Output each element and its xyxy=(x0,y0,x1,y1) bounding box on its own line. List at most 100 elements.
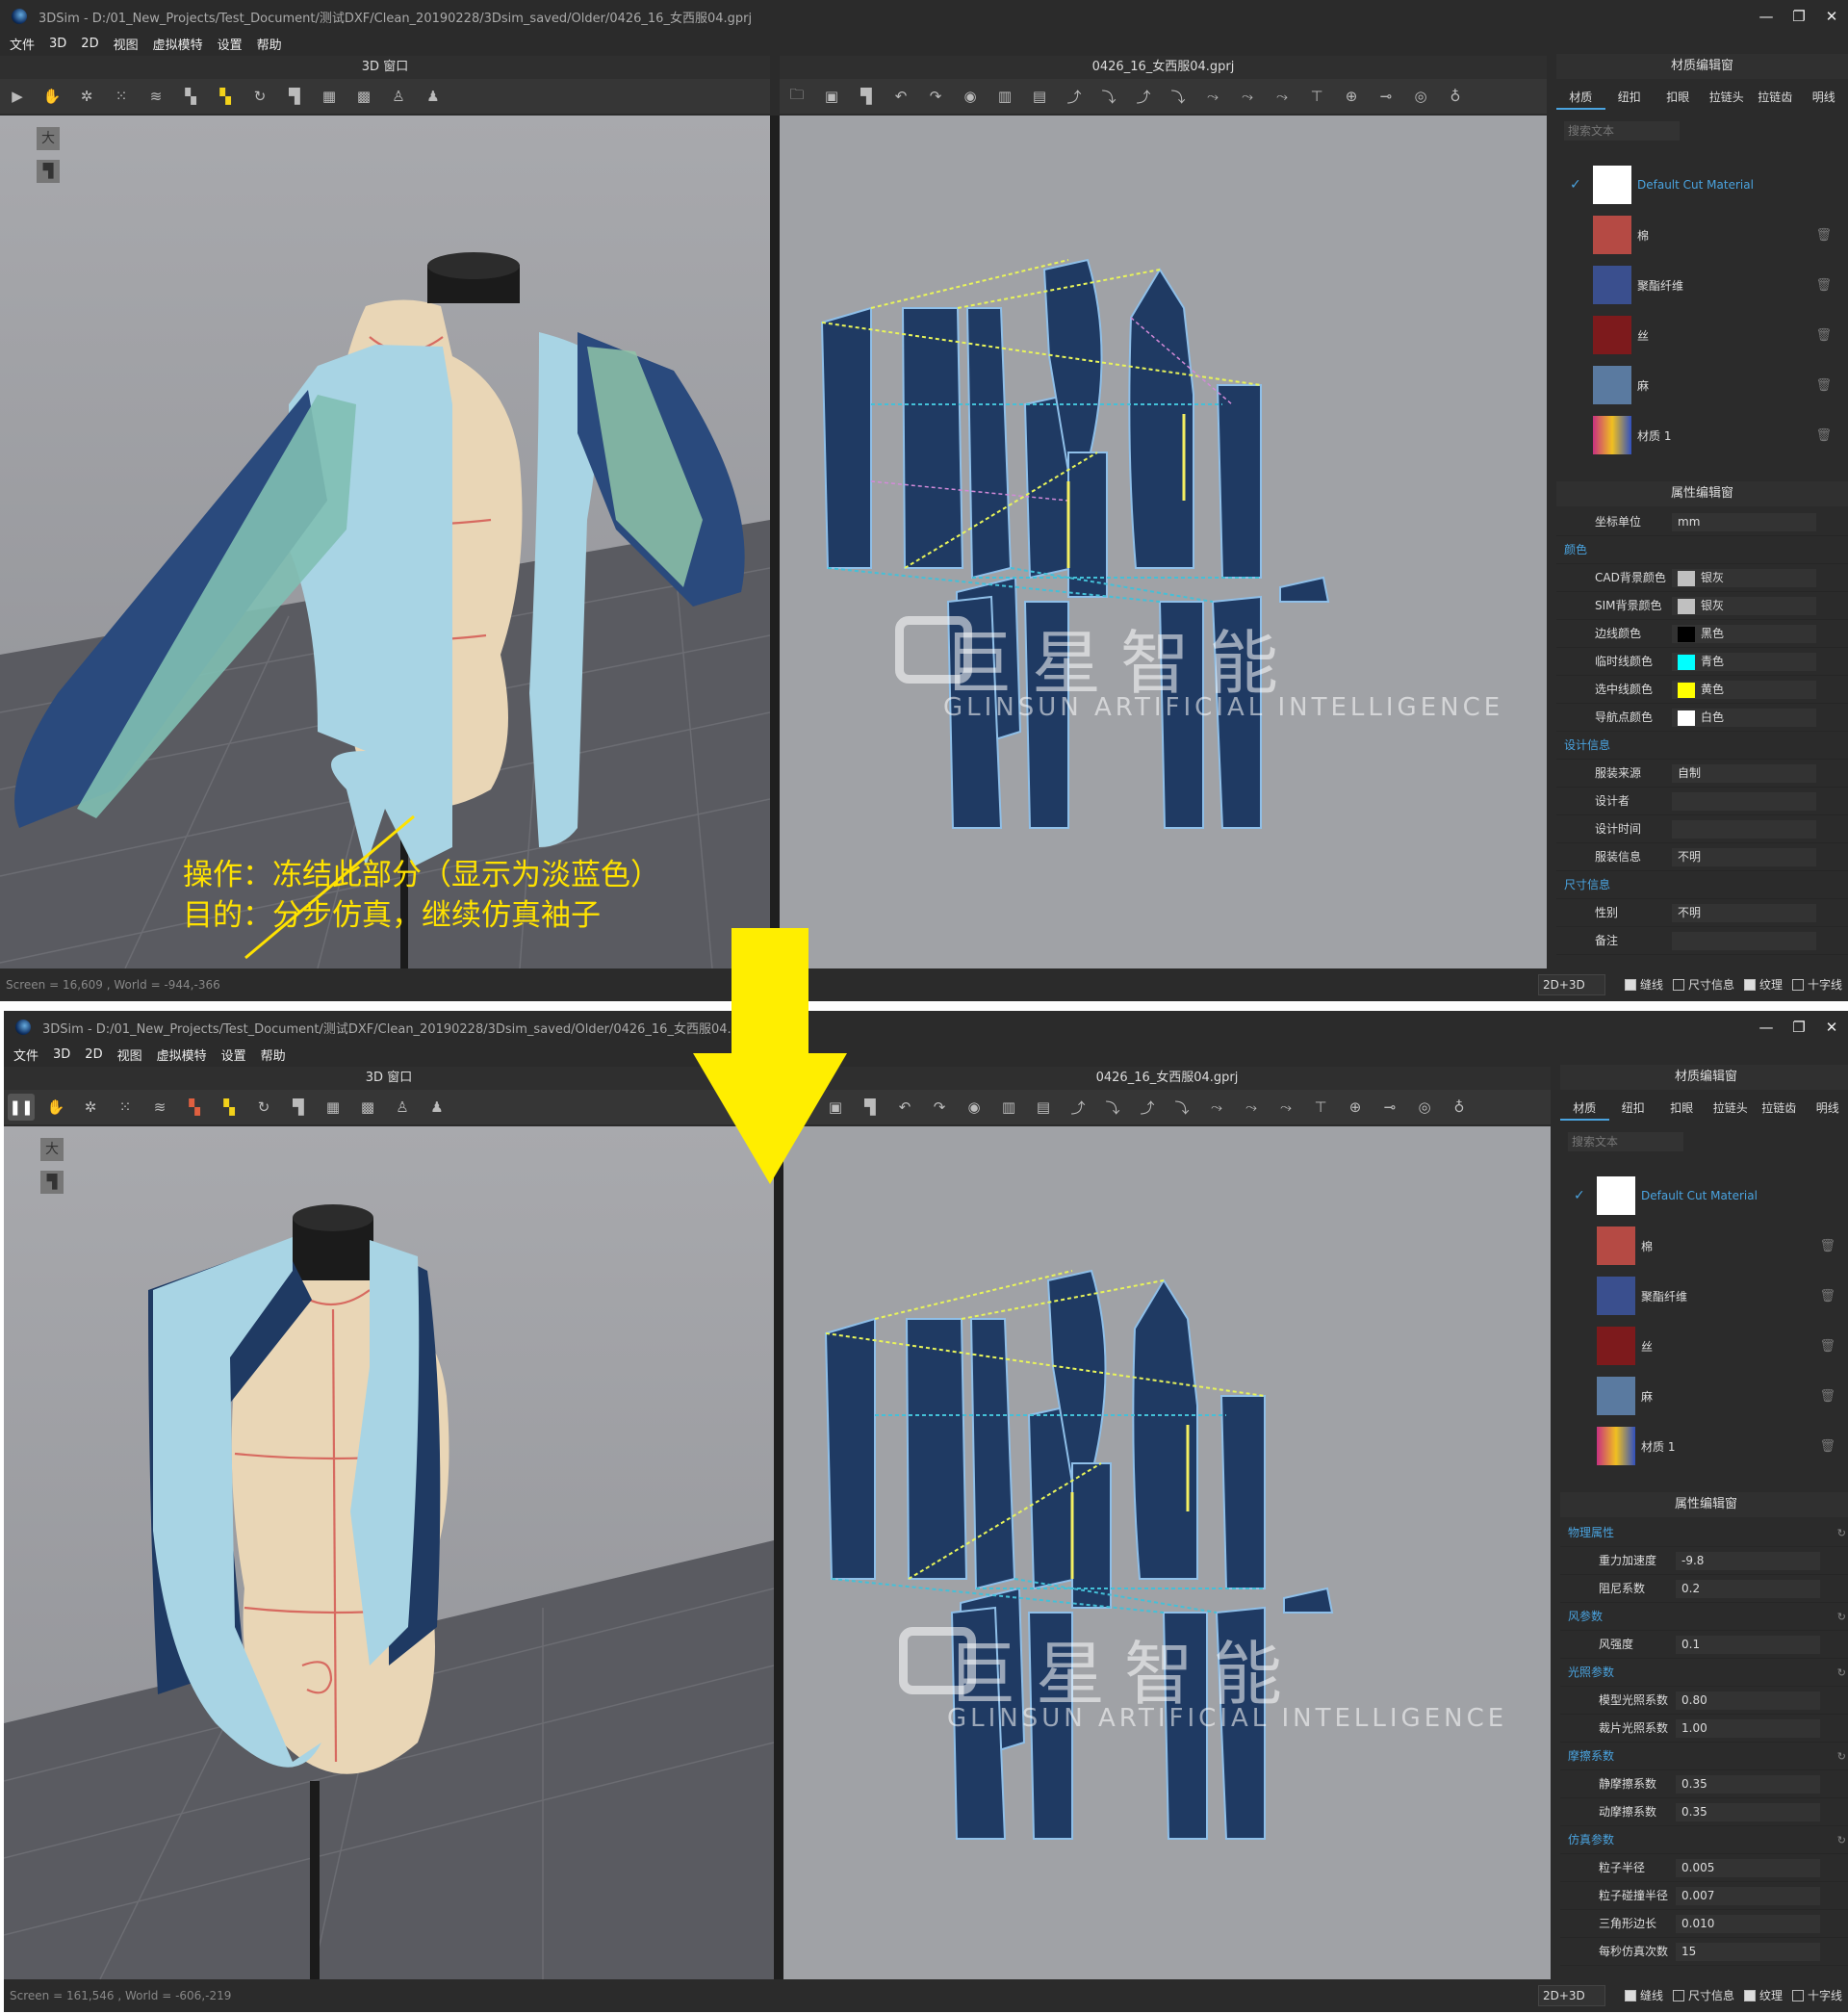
minimize-button[interactable]: — xyxy=(1750,0,1783,33)
sew5-icon[interactable]: ⤳ xyxy=(1203,1094,1230,1121)
garment-icon[interactable]: ▜ xyxy=(285,1094,312,1121)
tab-zipper-teeth[interactable]: 拉链齿 xyxy=(1751,85,1800,110)
search-input[interactable]: 搜索文本 xyxy=(1564,121,1680,141)
menu-settings[interactable]: 设置 xyxy=(221,1046,246,1064)
tab-zipper-teeth[interactable]: 拉链齿 xyxy=(1755,1096,1804,1121)
garment-icon[interactable]: ▜ xyxy=(281,83,308,110)
view-splitter[interactable] xyxy=(774,1126,783,1979)
redo-icon[interactable]: ↷ xyxy=(926,1094,953,1121)
open-icon[interactable]: 🗀 xyxy=(783,83,810,110)
target-icon[interactable]: ⊕ xyxy=(1342,1094,1369,1121)
tab-material[interactable]: 材质 xyxy=(1560,1096,1609,1121)
size-checkbox[interactable] xyxy=(1672,1990,1684,2001)
viewport-3d[interactable]: 大 ▜ xyxy=(4,1126,774,1979)
reset-icon[interactable]: ↻ xyxy=(250,1094,277,1121)
sew4-icon[interactable]: ⤵ xyxy=(1168,1094,1195,1121)
pause-icon[interactable]: ❚❚ xyxy=(8,1094,35,1121)
shirt-icon[interactable]: ▚ xyxy=(177,83,204,110)
crosshair-checkbox[interactable] xyxy=(1791,979,1804,991)
points-icon[interactable]: ⁙ xyxy=(112,1094,139,1121)
sew2-icon[interactable]: ⤵ xyxy=(1095,83,1122,110)
tab-zipper-head[interactable]: 拉链头 xyxy=(1703,85,1752,110)
trash-icon[interactable]: 🗑 xyxy=(1815,378,1832,393)
trash-icon[interactable]: 🗑 xyxy=(1819,1339,1835,1354)
tab-material[interactable]: 材质 xyxy=(1556,85,1605,110)
trash-icon[interactable]: 🗑 xyxy=(1819,1389,1835,1404)
shirt-yellow-icon[interactable]: ▚ xyxy=(216,1094,243,1121)
trash-icon[interactable]: 🗑 xyxy=(1815,278,1832,293)
sew-icon[interactable]: ⤴ xyxy=(1061,83,1088,110)
material-item[interactable]: 棉 🗑 xyxy=(1568,1221,1837,1271)
bulb-icon[interactable]: ♁ xyxy=(1442,83,1469,110)
prop-group[interactable]: 光照参数 ↻ xyxy=(1560,1659,1848,1687)
pin-icon[interactable]: ✲ xyxy=(77,1094,104,1121)
maximize-button[interactable]: ❐ xyxy=(1783,1011,1815,1044)
shirt-icon[interactable]: ▚ xyxy=(181,1094,208,1121)
target-icon[interactable]: ⊕ xyxy=(1338,83,1365,110)
prop-group[interactable]: 尺寸信息 xyxy=(1556,871,1848,899)
material-item[interactable]: 材质 1 🗑 xyxy=(1564,410,1834,460)
menu-help[interactable]: 帮助 xyxy=(261,1046,286,1064)
sew3-icon[interactable]: ⤴ xyxy=(1130,83,1157,110)
undo-icon[interactable]: ↶ xyxy=(891,1094,918,1121)
redo-icon[interactable]: ↷ xyxy=(922,83,949,110)
avatar2-icon[interactable]: ♟ xyxy=(424,1094,450,1121)
menu-file[interactable]: 文件 xyxy=(13,1046,38,1064)
book-icon[interactable]: ▤ xyxy=(1030,1094,1057,1121)
align-icon[interactable]: ⊤ xyxy=(1307,1094,1334,1121)
eye-icon[interactable]: ◎ xyxy=(1411,1094,1438,1121)
texture-icon[interactable]: ▩ xyxy=(354,1094,381,1121)
bulb-icon[interactable]: ♁ xyxy=(1446,1094,1473,1121)
menu-view[interactable]: 视图 xyxy=(117,1046,142,1064)
menu-2d[interactable]: 2D xyxy=(85,1047,102,1062)
save-icon[interactable]: ▣ xyxy=(818,83,845,110)
hand-icon[interactable]: ✋ xyxy=(38,83,65,110)
trash-icon[interactable]: ▥ xyxy=(991,83,1018,110)
shirt-outline-icon[interactable]: ▜ xyxy=(857,1094,884,1121)
material-item[interactable]: 丝 🗑 xyxy=(1564,310,1834,360)
menu-avatar[interactable]: 虚拟模特 xyxy=(153,35,203,53)
wind-icon[interactable]: ≋ xyxy=(146,1094,173,1121)
material-item[interactable]: 麻 🗑 xyxy=(1568,1371,1837,1421)
close-button[interactable]: ✕ xyxy=(1815,0,1848,33)
prop-group[interactable]: 摩擦系数 ↻ xyxy=(1560,1743,1848,1770)
tab-zipper-head[interactable]: 拉链头 xyxy=(1707,1096,1756,1121)
line-icon[interactable]: ⊸ xyxy=(1376,1094,1403,1121)
menu-2d[interactable]: 2D xyxy=(81,37,98,51)
sew7-icon[interactable]: ⤳ xyxy=(1269,83,1296,110)
tab-topstitch[interactable]: 明线 xyxy=(1804,1096,1848,1121)
sew7-icon[interactable]: ⤳ xyxy=(1272,1094,1299,1121)
tab-buttonhole[interactable]: 扣眼 xyxy=(1657,1096,1707,1121)
material-item[interactable]: 丝 🗑 xyxy=(1568,1321,1837,1371)
shirt-view-icon[interactable]: ▜ xyxy=(40,1171,64,1194)
prop-group[interactable]: 颜色 xyxy=(1556,536,1848,564)
material-item[interactable]: 材质 1 🗑 xyxy=(1568,1421,1837,1471)
view-mode-select[interactable]: 2D+3D xyxy=(1537,974,1605,995)
trash-icon[interactable]: 🗑 xyxy=(1819,1289,1835,1304)
size-checkbox[interactable] xyxy=(1672,979,1684,991)
material-item[interactable]: 棉 🗑 xyxy=(1564,210,1834,260)
align-icon[interactable]: ⊤ xyxy=(1303,83,1330,110)
texture-icon[interactable]: ▩ xyxy=(350,83,377,110)
viewport-2d[interactable]: 巨星智能 GLINSUN ARTIFICIAL INTELLIGENCE xyxy=(780,116,1547,968)
undo-icon[interactable]: ↶ xyxy=(887,83,914,110)
points-icon[interactable]: ⁙ xyxy=(108,83,135,110)
prop-group[interactable]: 仿真参数 ↻ xyxy=(1560,1826,1848,1854)
layers-icon[interactable]: ▦ xyxy=(320,1094,346,1121)
menu-3d[interactable]: 3D xyxy=(53,1047,70,1062)
menu-3d[interactable]: 3D xyxy=(49,37,66,51)
trash-icon[interactable]: ▥ xyxy=(995,1094,1022,1121)
seam-checkbox[interactable] xyxy=(1624,1990,1636,2001)
sew6-icon[interactable]: ⤳ xyxy=(1238,1094,1265,1121)
menu-help[interactable]: 帮助 xyxy=(257,35,282,53)
line-icon[interactable]: ⊸ xyxy=(1373,83,1399,110)
material-item[interactable]: ✓ Default Cut Material xyxy=(1568,1171,1837,1221)
camera-icon[interactable]: ◉ xyxy=(961,1094,988,1121)
reset-icon[interactable]: ↻ xyxy=(246,83,273,110)
material-item[interactable]: 麻 🗑 xyxy=(1564,360,1834,410)
zoom-view-icon[interactable]: 大 xyxy=(40,1138,64,1161)
tab-buttonhole[interactable]: 扣眼 xyxy=(1654,85,1703,110)
material-item[interactable]: ✓ Default Cut Material xyxy=(1564,160,1834,210)
book-icon[interactable]: ▤ xyxy=(1026,83,1053,110)
view-splitter[interactable] xyxy=(770,116,780,968)
